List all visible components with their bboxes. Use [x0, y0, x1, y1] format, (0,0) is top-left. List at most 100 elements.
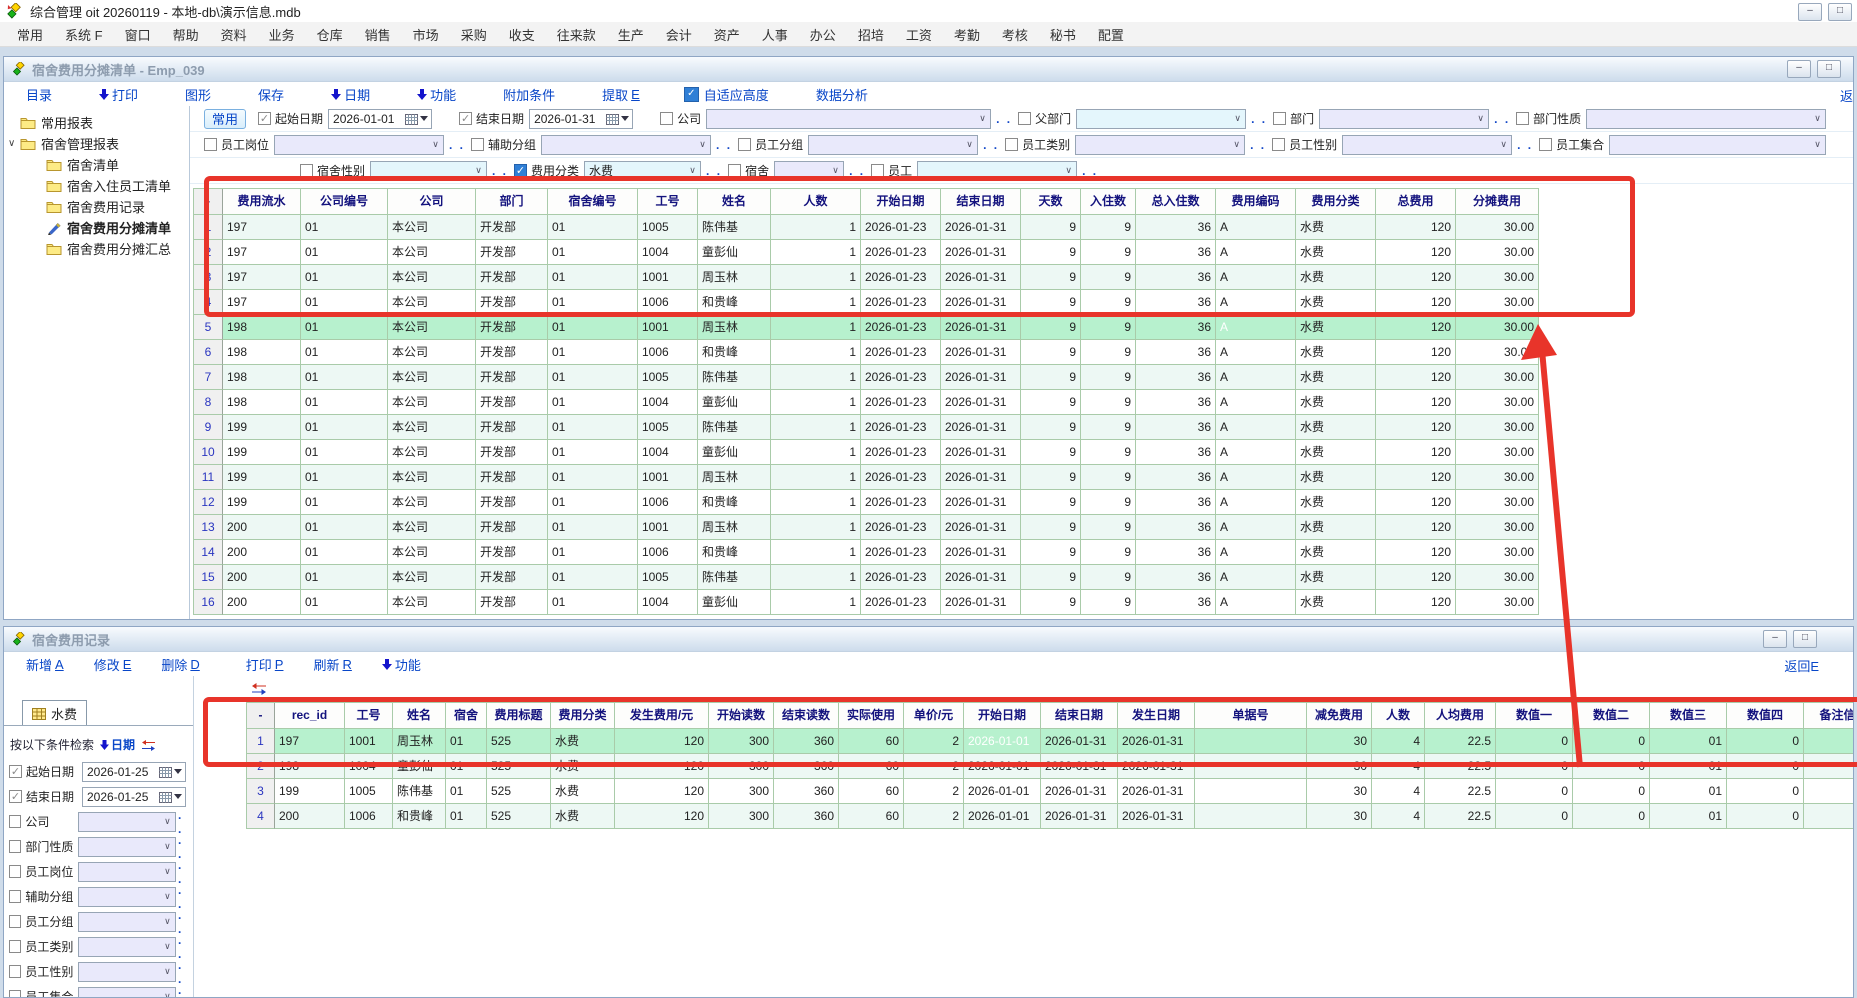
- table-cell[interactable]: 360: [774, 779, 839, 804]
- table-cell[interactable]: 1006: [638, 490, 698, 515]
- table-cell[interactable]: 15: [194, 565, 223, 590]
- table-cell[interactable]: 1: [771, 340, 861, 365]
- header-cell[interactable]: 发生费用/元: [615, 703, 709, 729]
- toolbar-button[interactable]: ✓ 目录: [26, 85, 55, 104]
- table-cell[interactable]: 197: [223, 290, 301, 315]
- filter-field[interactable]: ∨: [1342, 135, 1512, 155]
- table-cell[interactable]: 和贵峰: [393, 804, 446, 829]
- table-cell[interactable]: 9: [1081, 265, 1136, 290]
- header-cell[interactable]: 费用流水: [223, 189, 301, 215]
- table-cell[interactable]: 60: [839, 779, 904, 804]
- table-cell[interactable]: 30.00: [1456, 515, 1539, 540]
- header-cell[interactable]: 人均费用: [1425, 703, 1496, 729]
- table-cell[interactable]: 9: [1081, 240, 1136, 265]
- filter-field[interactable]: ∨: [1076, 109, 1246, 129]
- table-cell[interactable]: 01: [548, 340, 638, 365]
- table-cell[interactable]: 16: [194, 590, 223, 615]
- table-cell[interactable]: 本公司: [388, 515, 476, 540]
- toolbar-button[interactable]: ✓ 数据分析: [816, 85, 871, 104]
- table-cell[interactable]: 30.00: [1456, 415, 1539, 440]
- table-cell[interactable]: [1804, 779, 1853, 804]
- table-cell[interactable]: A: [1216, 465, 1296, 490]
- header-cell[interactable]: 结束日期: [1041, 703, 1118, 729]
- table-cell[interactable]: 4: [247, 804, 275, 829]
- table-cell[interactable]: 01: [548, 315, 638, 340]
- table-cell[interactable]: 1: [247, 729, 275, 754]
- header-cell[interactable]: 天数: [1021, 189, 1081, 215]
- table-cell[interactable]: 童彭仙: [698, 590, 771, 615]
- more-button[interactable]: . .: [706, 164, 722, 178]
- filter-checkbox[interactable]: [9, 865, 21, 878]
- table-cell[interactable]: 11: [194, 465, 223, 490]
- menu-item[interactable]: 招培: [847, 22, 895, 47]
- header-cell[interactable]: 公司编号: [301, 189, 388, 215]
- table-cell[interactable]: 0: [1573, 779, 1650, 804]
- table-cell[interactable]: 36: [1136, 590, 1216, 615]
- panel-maximize-button[interactable]: □: [1793, 630, 1817, 648]
- header-cell[interactable]: 分摊费用: [1456, 189, 1539, 215]
- table-cell[interactable]: 0: [1573, 729, 1650, 754]
- table-cell[interactable]: 9: [1081, 290, 1136, 315]
- table-cell[interactable]: 525: [487, 779, 551, 804]
- toolbar-button[interactable]: ✓ 日期: [331, 85, 373, 104]
- table-cell[interactable]: [1804, 804, 1853, 829]
- toolbar-button[interactable]: ✓ 打印: [99, 85, 141, 104]
- filter-field[interactable]: ∨: [78, 962, 176, 982]
- table-cell[interactable]: 120: [1376, 590, 1456, 615]
- table-cell[interactable]: 360: [774, 729, 839, 754]
- table-cell[interactable]: 200: [223, 540, 301, 565]
- table-cell[interactable]: 周玉林: [698, 465, 771, 490]
- table-cell[interactable]: 01: [301, 215, 388, 240]
- table-cell[interactable]: 周玉林: [698, 315, 771, 340]
- table-cell[interactable]: 本公司: [388, 440, 476, 465]
- table-cell[interactable]: 30.00: [1456, 340, 1539, 365]
- menu-item[interactable]: 考核: [991, 22, 1039, 47]
- filter-checkbox[interactable]: [300, 164, 313, 177]
- table-cell[interactable]: 22.5: [1425, 754, 1496, 779]
- table-cell[interactable]: 水费: [1296, 515, 1376, 540]
- filter-checkbox[interactable]: [1539, 138, 1552, 151]
- table-cell[interactable]: 01: [446, 754, 487, 779]
- table-cell[interactable]: 1001: [345, 729, 393, 754]
- table-cell[interactable]: 本公司: [388, 540, 476, 565]
- table-cell[interactable]: 水费: [1296, 240, 1376, 265]
- menu-item[interactable]: 办公: [799, 22, 847, 47]
- filter-field[interactable]: ∨: [1319, 109, 1489, 129]
- more-button[interactable]: . .: [996, 112, 1012, 126]
- table-cell[interactable]: 开发部: [476, 340, 548, 365]
- toolbar-button[interactable]: ✓ 刷新R: [313, 655, 351, 674]
- menu-item[interactable]: 资料: [210, 22, 258, 47]
- table-cell[interactable]: 36: [1136, 365, 1216, 390]
- table-cell[interactable]: 开发部: [476, 540, 548, 565]
- table-cell[interactable]: A: [1216, 365, 1296, 390]
- table-cell[interactable]: 9: [1021, 540, 1081, 565]
- header-cell[interactable]: 数值三: [1650, 703, 1727, 729]
- filter-checkbox[interactable]: [258, 112, 271, 125]
- table-cell[interactable]: 30.00: [1456, 215, 1539, 240]
- table-cell[interactable]: 01: [548, 365, 638, 390]
- table-cell[interactable]: 9: [1021, 565, 1081, 590]
- table-cell[interactable]: 9: [1021, 240, 1081, 265]
- table-cell[interactable]: 水费: [551, 804, 615, 829]
- table-cell[interactable]: 200: [223, 565, 301, 590]
- table-cell[interactable]: A: [1216, 565, 1296, 590]
- swap-icon[interactable]: [141, 739, 156, 751]
- table-cell[interactable]: A: [1216, 290, 1296, 315]
- table-cell[interactable]: 01: [301, 415, 388, 440]
- table-cell[interactable]: 开发部: [476, 515, 548, 540]
- table-cell[interactable]: 2026-01-31: [941, 240, 1021, 265]
- table-cell[interactable]: 30.00: [1456, 590, 1539, 615]
- table-cell[interactable]: 0: [1573, 754, 1650, 779]
- table-cell[interactable]: 120: [615, 729, 709, 754]
- header-cell[interactable]: rec_id: [275, 703, 345, 729]
- table-cell[interactable]: 22.5: [1425, 804, 1496, 829]
- table-cell[interactable]: 01: [548, 390, 638, 415]
- table-cell[interactable]: 2026-01-31: [1118, 754, 1195, 779]
- table-cell[interactable]: 01: [301, 565, 388, 590]
- table-cell[interactable]: 01: [301, 515, 388, 540]
- table-cell[interactable]: 198: [275, 754, 345, 779]
- menu-item[interactable]: 工资: [895, 22, 943, 47]
- menu-item[interactable]: 生产: [607, 22, 655, 47]
- table-cell[interactable]: 120: [615, 754, 709, 779]
- header-cell[interactable]: 数值一: [1496, 703, 1573, 729]
